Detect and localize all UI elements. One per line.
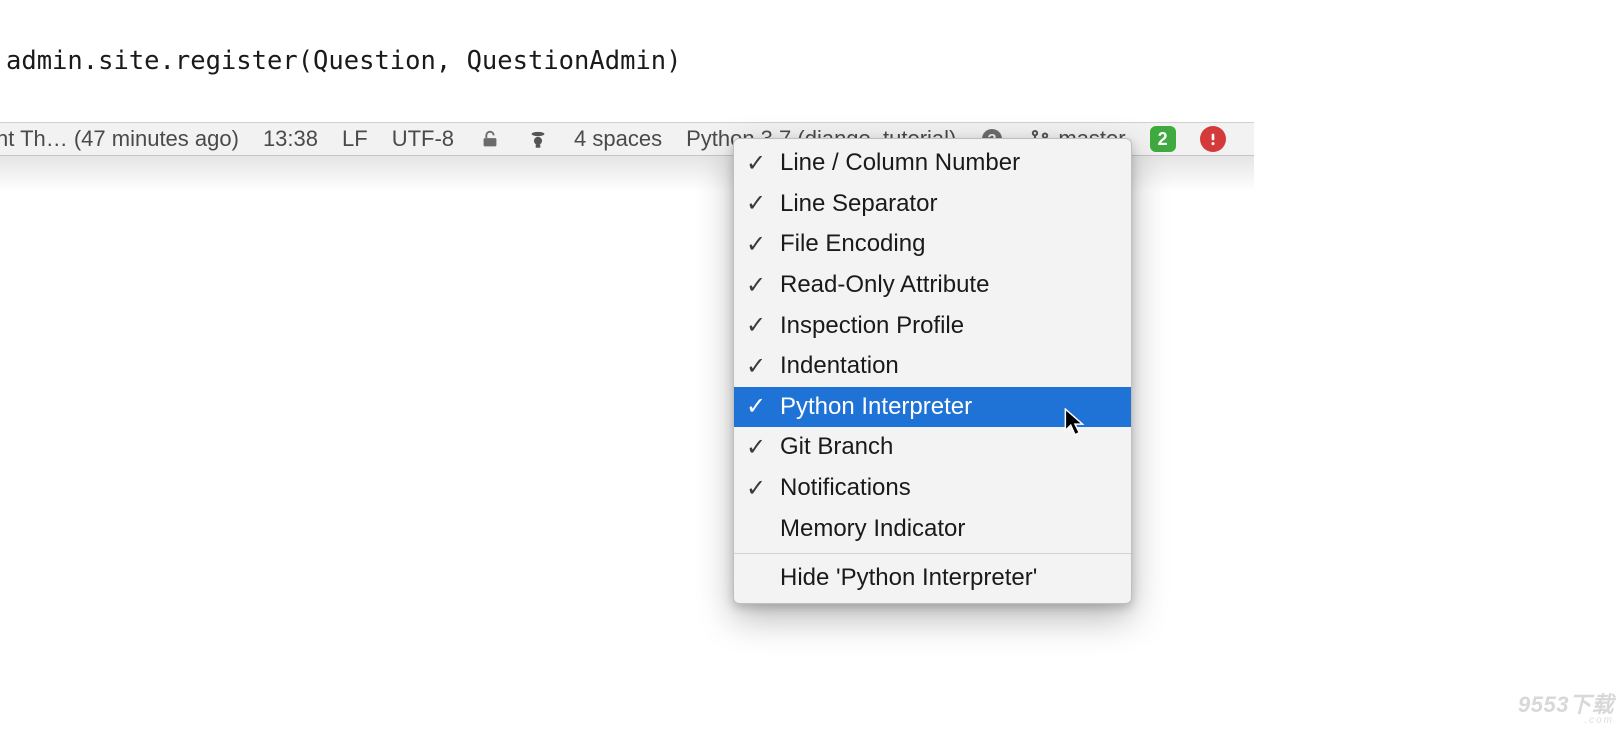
menu-item-label: Read-Only Attribute [780, 271, 989, 299]
menu-item-inspection-profile[interactable]: ✓ Inspection Profile [734, 305, 1131, 346]
menu-item-line-separator[interactable]: ✓ Line Separator [734, 184, 1131, 225]
check-icon: ✓ [744, 474, 768, 503]
menu-item-label: Memory Indicator [780, 515, 965, 543]
status-vcs-summary[interactable]: ht Th… (47 minutes ago) [0, 126, 239, 152]
status-line-separator[interactable]: LF [342, 126, 368, 152]
lock-unlocked-icon[interactable] [478, 127, 502, 151]
menu-item-label: Notifications [780, 474, 911, 502]
status-encoding[interactable]: UTF-8 [392, 126, 454, 152]
menu-item-label: Hide 'Python Interpreter' [780, 564, 1037, 592]
editor-area: admin.site.register(Question, QuestionAd… [0, 0, 1254, 120]
check-icon: ✓ [744, 352, 768, 381]
menu-item-line-column-number[interactable]: ✓ Line / Column Number [734, 143, 1131, 184]
code-line[interactable]: admin.site.register(Question, QuestionAd… [6, 46, 682, 76]
menu-separator [734, 553, 1131, 554]
menu-item-memory-indicator[interactable]: ✓ Memory Indicator [734, 508, 1131, 549]
check-icon: ✓ [744, 392, 768, 421]
menu-item-python-interpreter[interactable]: ✓ Python Interpreter [734, 387, 1131, 428]
menu-item-label: Line / Column Number [780, 149, 1020, 177]
notification-badge-green[interactable]: 2 [1150, 126, 1176, 152]
check-icon: ✓ [744, 271, 768, 300]
menu-item-label: Git Branch [780, 433, 893, 461]
watermark-main: 9553下载 [1518, 692, 1614, 717]
menu-item-label: Python Interpreter [780, 393, 972, 421]
check-icon: ✓ [744, 230, 768, 259]
status-cursor-position[interactable]: 13:38 [263, 126, 318, 152]
alert-icon[interactable] [1200, 126, 1226, 152]
menu-item-git-branch[interactable]: ✓ Git Branch [734, 427, 1131, 468]
check-icon: ✓ [744, 189, 768, 218]
menu-item-label: Inspection Profile [780, 312, 964, 340]
menu-item-indentation[interactable]: ✓ Indentation [734, 346, 1131, 387]
menu-item-label: File Encoding [780, 230, 925, 258]
check-icon: ✓ [744, 311, 768, 340]
menu-item-read-only-attribute[interactable]: ✓ Read-Only Attribute [734, 265, 1131, 306]
status-indent[interactable]: 4 spaces [574, 126, 662, 152]
statusbar-context-menu: ✓ Line / Column Number ✓ Line Separator … [733, 138, 1132, 604]
menu-item-label: Line Separator [780, 190, 937, 218]
watermark: 9553下载 .com [1518, 687, 1614, 726]
menu-item-notifications[interactable]: ✓ Notifications [734, 468, 1131, 509]
menu-item-label: Indentation [780, 352, 899, 380]
check-icon: ✓ [744, 149, 768, 178]
menu-item-file-encoding[interactable]: ✓ File Encoding [734, 224, 1131, 265]
menu-item-hide-current[interactable]: ✓ Hide 'Python Interpreter' [734, 558, 1131, 599]
inspector-icon[interactable] [526, 127, 550, 151]
check-icon: ✓ [744, 433, 768, 462]
